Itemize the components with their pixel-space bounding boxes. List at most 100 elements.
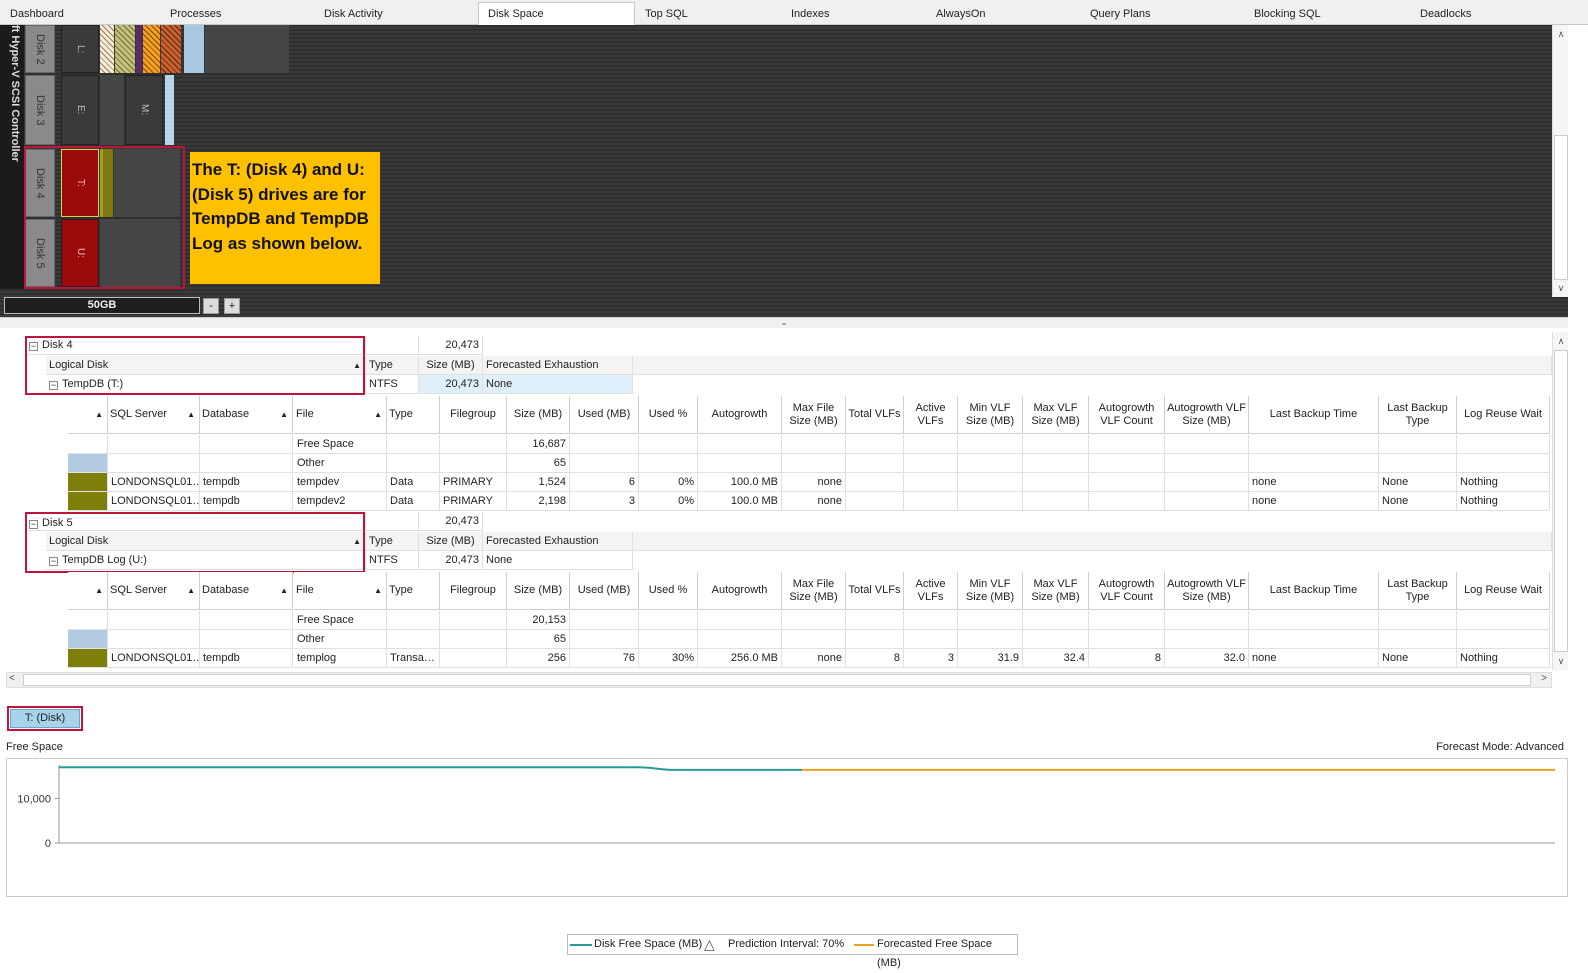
- scroll-up-arrow[interactable]: ∧: [1553, 27, 1569, 41]
- scroll-down-arrow[interactable]: ∨: [1553, 654, 1569, 668]
- tab-blocking-sql[interactable]: Blocking SQL: [1254, 3, 1321, 25]
- tab-disk-space[interactable]: Disk Space: [478, 2, 635, 25]
- spacer: [633, 356, 1552, 375]
- column-header[interactable]: SQL Server ▲: [108, 572, 200, 610]
- column-header[interactable]: Last Backup Time: [1249, 572, 1379, 610]
- column-header[interactable]: File ▲: [294, 396, 387, 434]
- scroll-down-arrow[interactable]: ∨: [1553, 281, 1569, 295]
- column-header[interactable]: Autogrowth: [698, 396, 782, 434]
- column-header[interactable]: Used (MB): [570, 396, 639, 434]
- size-header[interactable]: Size (MB): [419, 532, 483, 551]
- column-header[interactable]: Log Reuse Wait: [1457, 396, 1550, 434]
- column-header[interactable]: Last Backup Type: [1379, 572, 1457, 610]
- type-header[interactable]: Type: [366, 356, 419, 375]
- tab-deadlocks[interactable]: Deadlocks: [1420, 3, 1471, 25]
- forecast-header[interactable]: Forecasted Exhaustion: [483, 356, 633, 375]
- column-header[interactable]: Autogrowth VLF Size (MB): [1165, 396, 1249, 434]
- column-header[interactable]: Min VLF Size (MB): [958, 396, 1023, 434]
- grid-horizontal-scrollbar[interactable]: < >: [6, 672, 1552, 688]
- column-header[interactable]: Max VLF Size (MB): [1023, 572, 1089, 610]
- column-header[interactable]: Used (MB): [570, 572, 639, 610]
- column-header[interactable]: Size (MB): [507, 396, 570, 434]
- column-header[interactable]: Used %: [639, 396, 698, 434]
- column-header[interactable]: Last Backup Time: [1249, 396, 1379, 434]
- column-header[interactable]: Min VLF Size (MB): [958, 572, 1023, 610]
- column-header[interactable]: Log Reuse Wait: [1457, 572, 1550, 610]
- tab-processes[interactable]: Processes: [170, 3, 221, 25]
- grid-cell: [958, 473, 1023, 492]
- column-header[interactable]: Filegroup: [440, 572, 507, 610]
- column-header[interactable]: Autogrowth VLF Count: [1089, 572, 1165, 610]
- grid-cell: [387, 630, 440, 649]
- tab-query-plans[interactable]: Query Plans: [1090, 3, 1151, 25]
- swatch-header[interactable]: ▲: [68, 572, 108, 610]
- zoom-scale[interactable]: 50GB: [4, 297, 200, 314]
- size-header[interactable]: Size (MB): [419, 356, 483, 375]
- grid-cell: [904, 492, 958, 511]
- column-header[interactable]: Database ▲: [200, 396, 293, 434]
- type-header[interactable]: Type: [366, 532, 419, 551]
- tab-top-sql[interactable]: Top SQL: [645, 3, 688, 25]
- grid-cell: [639, 630, 698, 649]
- grid-scrollbar[interactable]: ∧ ∨: [1552, 332, 1568, 670]
- grid-cell: [904, 435, 958, 454]
- grid-cell: 256: [507, 649, 570, 668]
- file-block[interactable]: [115, 25, 135, 73]
- grid-cell: [200, 435, 293, 454]
- column-header[interactable]: Filegroup: [440, 396, 507, 434]
- column-header[interactable]: Max File Size (MB): [782, 572, 846, 610]
- grid-cell: none: [1249, 492, 1379, 511]
- tab-indexes[interactable]: Indexes: [791, 3, 830, 25]
- column-header[interactable]: Active VLFs: [904, 396, 958, 434]
- column-header[interactable]: SQL Server ▲: [108, 396, 200, 434]
- scroll-up-arrow[interactable]: ∧: [1553, 334, 1569, 348]
- column-header[interactable]: Database ▲: [200, 572, 293, 610]
- column-header[interactable]: Total VLFs: [846, 572, 904, 610]
- grid-cell: [904, 630, 958, 649]
- volume-e[interactable]: E:: [61, 75, 99, 145]
- tab-disk-activity[interactable]: Disk Activity: [324, 3, 383, 25]
- column-header[interactable]: Autogrowth VLF Size (MB): [1165, 572, 1249, 610]
- grid-cell: [1089, 630, 1165, 649]
- forecast-header[interactable]: Forecasted Exhaustion: [483, 532, 633, 551]
- grid-cell: [698, 611, 782, 630]
- zoom-in-button[interactable]: +: [224, 298, 240, 314]
- splitter-collapse-icon[interactable]: ⌄: [0, 317, 1568, 328]
- map-scrollbar[interactable]: ∧ ∨: [1552, 25, 1568, 297]
- scroll-thumb[interactable]: [1554, 350, 1568, 652]
- column-header[interactable]: Size (MB): [507, 572, 570, 610]
- volume-l[interactable]: L:: [61, 25, 99, 73]
- disk-3-label[interactable]: Disk 3: [25, 75, 55, 145]
- scroll-thumb[interactable]: [23, 674, 1531, 686]
- file-block[interactable]: [143, 25, 160, 73]
- disk-2-label[interactable]: Disk 2: [25, 25, 55, 73]
- file-block[interactable]: [161, 25, 181, 73]
- column-header[interactable]: Autogrowth VLF Count: [1089, 396, 1165, 434]
- column-header[interactable]: Max VLF Size (MB): [1023, 396, 1089, 434]
- tab-alwayson[interactable]: AlwaysOn: [936, 3, 986, 25]
- volume-m[interactable]: M:: [125, 75, 163, 145]
- column-header[interactable]: Autogrowth: [698, 572, 782, 610]
- grid-cell: [1023, 454, 1089, 473]
- file-block[interactable]: [100, 25, 114, 73]
- swatch-header[interactable]: ▲: [68, 396, 108, 434]
- scroll-left-arrow[interactable]: <: [9, 673, 15, 684]
- column-header[interactable]: Last Backup Type: [1379, 396, 1457, 434]
- scroll-thumb[interactable]: [1554, 135, 1568, 280]
- column-header[interactable]: File ▲: [294, 572, 387, 610]
- other-block[interactable]: [184, 25, 204, 73]
- other-block[interactable]: [165, 75, 174, 145]
- column-header[interactable]: Type: [387, 572, 440, 610]
- zoom-out-button[interactable]: -: [203, 298, 219, 314]
- column-header[interactable]: Total VLFs: [846, 396, 904, 434]
- grid-cell: 32.0: [1165, 649, 1249, 668]
- column-header[interactable]: Max File Size (MB): [782, 396, 846, 434]
- tab-dashboard[interactable]: Dashboard: [10, 3, 64, 25]
- column-header[interactable]: Active VLFs: [904, 572, 958, 610]
- column-header[interactable]: Type: [387, 396, 440, 434]
- column-header[interactable]: Used %: [639, 572, 698, 610]
- scroll-right-arrow[interactable]: >: [1541, 673, 1547, 684]
- file-block[interactable]: [136, 25, 142, 73]
- grid-cell: [782, 611, 846, 630]
- grid-cell: 3: [570, 492, 639, 511]
